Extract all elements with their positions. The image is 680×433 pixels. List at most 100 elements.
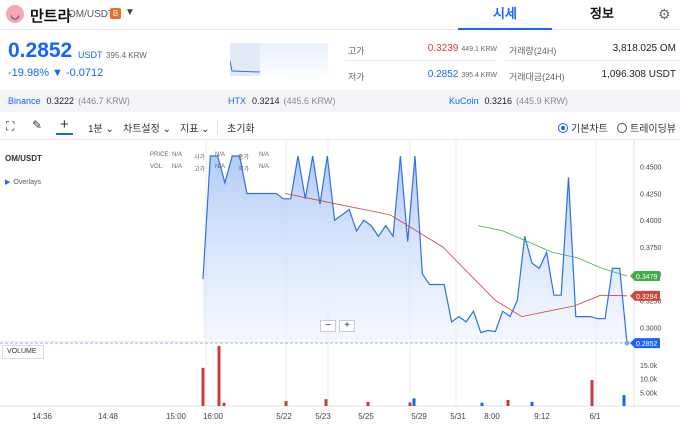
price-change: -19.98% ▼ -0.0712: [8, 67, 104, 79]
volume-tick-label: 10.0k: [640, 377, 658, 384]
crosshair-icon[interactable]: +: [56, 116, 73, 135]
basic-chart-label: 기본차트: [571, 124, 608, 135]
legend-label: VOL:: [150, 164, 164, 170]
exchange-binance[interactable]: Binance 0.3222 (446.7 KRW): [8, 96, 130, 106]
pair-label: OM/USDT: [68, 9, 115, 20]
volume-bar: [590, 380, 594, 406]
radio-icon: [617, 123, 627, 133]
divider: [505, 60, 680, 61]
reset-button[interactable]: 초기화: [227, 120, 255, 135]
zoom-out-button[interactable]: −: [320, 320, 336, 332]
x-tick-label: 5/25: [358, 412, 374, 421]
volume-bar: [506, 400, 510, 406]
tradingview-radio[interactable]: 트레이딩뷰: [617, 120, 676, 135]
x-tick-label: 5/23: [315, 412, 331, 421]
tab-info[interactable]: 정보: [552, 0, 652, 30]
price-badge-label: 0.3294: [636, 294, 658, 301]
volume-bars: [201, 346, 626, 406]
indicators-button[interactable]: 지표 ⌄: [180, 120, 210, 135]
stat-label: 거래대금(24H): [509, 72, 565, 82]
x-tick-label: 5/29: [411, 412, 427, 421]
exchange-price: 0.3216: [484, 96, 513, 106]
volume-bar: [530, 401, 534, 406]
price-krw: 395.4 KRW: [106, 51, 147, 60]
legend-label: 시가: [194, 155, 206, 161]
volume-bar: [201, 367, 205, 406]
stat-value: 0.2852 395.4 KRW: [412, 69, 497, 80]
high-krw: 449.1 KRW: [461, 46, 497, 53]
y-tick-label: 0.3000: [640, 325, 662, 332]
x-tick-label: 14:36: [32, 412, 53, 421]
coin-logo: ◡: [6, 5, 24, 23]
legend-value: N/A: [215, 164, 226, 170]
legend-label: 고가: [194, 167, 206, 173]
volume-bar: [217, 346, 221, 406]
header: ◡ 만트라 OM/USDT B ▼ 시세 정보 ⚙: [0, 0, 680, 30]
volume-label: VOLUME: [2, 345, 44, 359]
stat-label: 저가: [348, 72, 365, 82]
volume-bar: [408, 402, 412, 406]
volume-bar: [284, 401, 288, 406]
y-tick-label: 0.4000: [640, 218, 662, 225]
play-icon: ▶: [5, 179, 11, 186]
mini-chart: [230, 43, 328, 76]
stat-label: 거래량(24H): [509, 46, 557, 56]
legend-value: N/A: [259, 152, 270, 158]
exchange-htx[interactable]: HTX 0.3214 (445.6 KRW): [228, 96, 335, 106]
zoom-in-button[interactable]: +: [339, 320, 355, 332]
volume-bar: [324, 399, 328, 406]
legend-value: N/A: [259, 164, 270, 170]
high-value: 0.3239: [427, 43, 459, 54]
interval-select[interactable]: 1분 ⌄: [88, 120, 114, 135]
chart-toolbar: ⛶ ✎ + 1분 ⌄ 차트설정 ⌄ 지표 ⌄ 초기화 기본차트 트레이딩뷰: [0, 114, 680, 140]
tab-market[interactable]: 시세: [458, 0, 552, 30]
current-price: 0.2852: [8, 39, 73, 62]
tradingview-label: 트레이딩뷰: [630, 124, 676, 135]
exchange-kucoin[interactable]: KuCoin 0.3216 (445.9 KRW): [449, 96, 568, 106]
y-tick-label: 0.4250: [640, 191, 662, 198]
current-price-dot: [624, 340, 630, 346]
divider: [217, 120, 218, 134]
price-badge-label: 0.2852: [636, 341, 658, 348]
volume-value: 3,818.025 OM: [612, 43, 676, 54]
x-tick-label: 6/1: [589, 412, 601, 421]
x-tick-label: 5/22: [276, 412, 292, 421]
chart-settings-button[interactable]: 차트설정 ⌄: [123, 120, 171, 135]
volume-tick-label: 5.00k: [640, 390, 658, 397]
price-chart[interactable]: 0.45000.42500.40000.37500.35000.32500.30…: [0, 140, 680, 428]
basic-chart-radio[interactable]: 기본차트: [558, 120, 608, 135]
coin-name: 만트라: [30, 8, 72, 25]
price-area: [202, 155, 628, 344]
y-axis: 0.45000.42500.40000.37500.35000.32500.30…: [640, 165, 662, 398]
overlays-label: Overlays: [13, 179, 42, 186]
volume-tick-label: 15.0k: [640, 363, 658, 370]
price-unit: USDT: [78, 50, 103, 60]
price-area-fill: [203, 156, 627, 344]
x-tick-label: 16:00: [203, 412, 224, 421]
y-tick-label: 0.3750: [640, 245, 662, 252]
x-tick-label: 8:00: [484, 412, 500, 421]
gear-icon[interactable]: ⚙: [658, 6, 671, 23]
legend-label: PRICE:: [150, 152, 171, 158]
chart-canvas[interactable]: 0.45000.42500.40000.37500.35000.32500.30…: [0, 140, 680, 428]
exchange-badge-icon: B: [110, 8, 121, 19]
exchange-name: HTX: [228, 96, 246, 106]
chart-symbol: OM/USDT: [5, 154, 42, 163]
pencil-icon[interactable]: ✎: [32, 118, 42, 132]
x-tick-label: 15:00: [166, 412, 187, 421]
chevron-down-icon[interactable]: ▼: [125, 7, 135, 18]
low-value: 0.2852: [427, 69, 459, 80]
volume-bar: [366, 401, 370, 406]
price-badge-label: 0.3479: [636, 274, 658, 281]
x-tick-label: 14:48: [98, 412, 119, 421]
exchange-krw: (445.9 KRW): [516, 96, 568, 106]
volume-bar: [412, 398, 416, 406]
exchange-krw: (446.7 KRW): [78, 96, 130, 106]
fullscreen-icon[interactable]: ⛶: [6, 119, 14, 134]
divider: [345, 60, 497, 61]
logo-glyph: ◡: [10, 8, 20, 21]
legend-value: N/A: [172, 152, 183, 158]
volume-bar: [480, 402, 484, 406]
overlays-toggle[interactable]: ▶ Overlays: [5, 178, 41, 186]
low-krw: 395.4 KRW: [461, 72, 497, 79]
